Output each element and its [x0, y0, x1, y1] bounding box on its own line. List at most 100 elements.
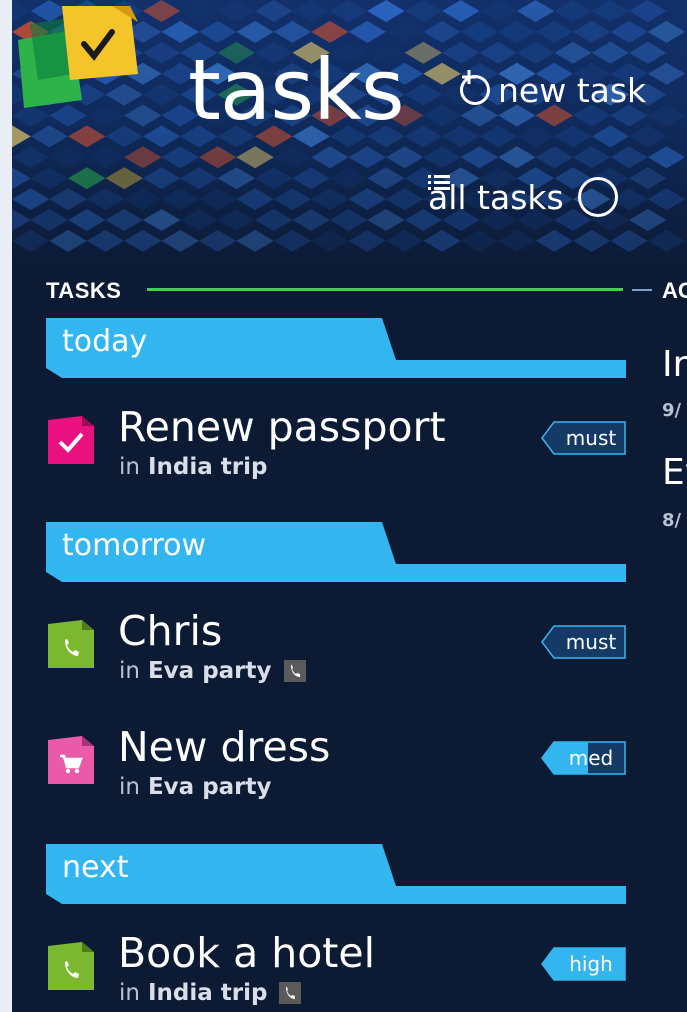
group-bar-shape [46, 844, 626, 904]
cube-tile [292, 209, 330, 231]
cube-tile [516, 125, 555, 148]
group-label: today [62, 324, 148, 359]
task-project: Eva party [147, 658, 272, 684]
cube-tile [217, 209, 256, 231]
cube-tile [348, 229, 386, 252]
cube-tile [479, 0, 517, 22]
task-item-new-dress[interactable]: New dress in Eva party med [46, 722, 636, 818]
cube-tile [442, 41, 480, 64]
cube-tile [199, 229, 237, 252]
cube-tile [199, 188, 237, 211]
cube-tile [180, 209, 218, 231]
cube-tile [610, 229, 648, 252]
cube-tile [498, 146, 536, 169]
cube-tile [367, 0, 405, 22]
cube-tile [217, 167, 256, 190]
cube-tile [591, 41, 630, 64]
cube-tile [68, 125, 106, 148]
task-title: Book a hotel [118, 929, 375, 977]
cube-tile [423, 104, 461, 127]
priority-badge: med [540, 740, 626, 776]
cube-tile [124, 229, 162, 252]
app-logo-icon [18, 6, 138, 108]
section-title-tasks[interactable]: TASKS [46, 278, 121, 304]
cube-tile [329, 0, 368, 22]
cube-tile [423, 146, 461, 169]
peek-item-date: 9/ [662, 400, 682, 421]
peek-item-title[interactable]: Ir [662, 344, 687, 385]
cube-tile [255, 209, 293, 231]
cube-tile [68, 209, 106, 231]
cube-tile [86, 146, 125, 169]
cube-tile [30, 125, 69, 148]
cube-tile [554, 41, 592, 64]
cube-tile [367, 167, 405, 190]
task-item-book-a-hotel[interactable]: Book a hotel in India trip high [46, 928, 636, 1012]
cube-tile [442, 125, 480, 148]
cube-tile [292, 167, 330, 190]
cube-tile [161, 146, 199, 169]
cube-tile [105, 209, 143, 231]
cube-tile [647, 188, 686, 211]
group-header-next: next [46, 844, 626, 906]
phone-chip-icon [279, 982, 302, 1004]
task-item-chris[interactable]: Chris in Eva party must [46, 606, 636, 702]
task-project: India trip [147, 454, 268, 480]
cube-tile [30, 209, 69, 231]
group-label: next [62, 850, 129, 885]
cube-tile [142, 209, 181, 231]
cube-tile [610, 146, 648, 169]
peek-item-title[interactable]: Ev [662, 452, 687, 493]
section-title-next-peek[interactable]: AC [662, 278, 687, 304]
peek-item-date: 8/ [662, 510, 682, 531]
phone-chip-icon [283, 660, 306, 682]
cube-tile [498, 229, 536, 252]
cube-tile [516, 0, 555, 22]
cube-tile [479, 41, 517, 64]
task-title: Renew passport [118, 403, 446, 451]
new-task-button[interactable]: new task [460, 68, 646, 112]
priority-badge: must [540, 420, 626, 456]
group-header-tomorrow: tomorrow [46, 522, 626, 584]
cube-tile [12, 146, 50, 169]
cube-tile [535, 229, 573, 252]
priority-label: high [569, 952, 613, 976]
cube-tile [292, 0, 330, 22]
task-project-line: in Eva party [119, 774, 272, 800]
cube-tile [647, 146, 686, 169]
cube-tile [554, 0, 592, 22]
cube-tile [535, 146, 573, 169]
cube-tile [236, 146, 274, 169]
cube-tile [629, 125, 667, 148]
cube-tile [142, 167, 181, 190]
cube-tile [161, 188, 199, 211]
cube-tile [573, 20, 611, 43]
cube-tile [255, 0, 293, 22]
all-tasks-button[interactable]: all tasks [428, 174, 618, 220]
phone-icon [48, 620, 94, 668]
cube-tile [12, 229, 50, 252]
cube-tile [610, 20, 648, 43]
cube-tile [404, 125, 443, 148]
cube-tile [442, 0, 480, 22]
cube-tile [479, 125, 517, 148]
cube-tile [255, 167, 293, 190]
cube-tile [329, 209, 368, 231]
cube-tile [629, 167, 667, 190]
cube-tile [404, 83, 443, 106]
task-item-renew-passport[interactable]: Renew passport in India trip must [46, 402, 636, 498]
cube-tile [311, 229, 349, 252]
list-circle-icon [428, 175, 618, 217]
priority-badge: high [540, 946, 626, 982]
cube-tile [12, 188, 50, 211]
group-label: tomorrow [62, 528, 207, 563]
cube-tile [647, 229, 686, 252]
cube-tile [105, 125, 143, 148]
cube-tile [68, 167, 106, 190]
cube-tile [423, 20, 461, 43]
cube-tile [348, 188, 386, 211]
cube-tile [311, 146, 349, 169]
cube-tile [236, 188, 274, 211]
in-prefix: in [119, 980, 140, 1006]
cube-tile [423, 229, 461, 252]
